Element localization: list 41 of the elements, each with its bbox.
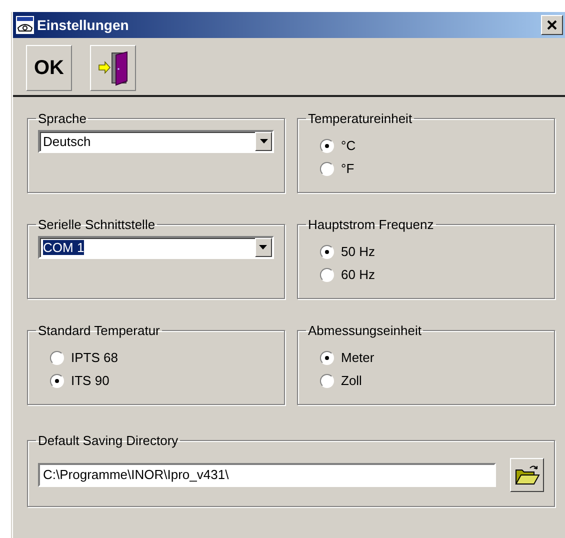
dropdown-button[interactable] bbox=[254, 238, 272, 257]
option-label: ITS 90 bbox=[71, 373, 110, 388]
input-field[interactable]: C:\Programme\INOR\Ipro_v431\ bbox=[38, 463, 496, 487]
option-label: °C bbox=[341, 138, 356, 153]
option-label: 60 Hz bbox=[341, 267, 375, 282]
ok-button[interactable]: OK bbox=[26, 45, 72, 91]
close-button[interactable] bbox=[541, 15, 563, 35]
group-label: Serielle Schnittstelle bbox=[37, 217, 156, 232]
radio-button[interactable] bbox=[320, 374, 334, 388]
exit-door-icon bbox=[96, 50, 130, 86]
close-icon bbox=[547, 20, 557, 30]
radio-button[interactable] bbox=[320, 244, 334, 258]
exit-button[interactable] bbox=[90, 45, 136, 91]
option-label: IPTS 68 bbox=[71, 350, 118, 365]
group-label: Abmessungseinheit bbox=[307, 323, 422, 338]
caret-icon bbox=[260, 139, 268, 144]
group-label: Standard Temperatur bbox=[37, 323, 161, 338]
group-label: Sprache bbox=[37, 111, 88, 126]
radio-button[interactable] bbox=[320, 268, 334, 282]
group-label: Default Saving Directory bbox=[37, 433, 180, 448]
radio-button[interactable] bbox=[320, 138, 334, 152]
dropdown[interactable]: COM 1 bbox=[38, 236, 274, 259]
group-label: Temperatureinheit bbox=[307, 111, 414, 126]
radio-button[interactable] bbox=[320, 162, 334, 176]
radio-button[interactable] bbox=[320, 350, 334, 364]
dropdown-value: COM 1 bbox=[43, 240, 84, 255]
dropdown-button[interactable] bbox=[255, 132, 272, 151]
dropdown[interactable]: Deutsch bbox=[38, 130, 274, 153]
option-label: Meter bbox=[341, 350, 374, 365]
folder-icon bbox=[514, 463, 540, 487]
window-title: Einstellungen bbox=[37, 17, 130, 33]
option-label: Zoll bbox=[341, 373, 362, 388]
option-label: 50 Hz bbox=[341, 244, 375, 259]
option-label: °F bbox=[341, 161, 354, 176]
radio-button[interactable] bbox=[50, 374, 64, 388]
browse-button[interactable] bbox=[510, 458, 544, 492]
radio-button[interactable] bbox=[50, 350, 64, 364]
dropdown-value: Deutsch bbox=[43, 134, 92, 149]
app-icon bbox=[16, 16, 34, 34]
group-label: Hauptstrom Frequenz bbox=[307, 217, 435, 232]
caret-icon bbox=[259, 245, 268, 250]
